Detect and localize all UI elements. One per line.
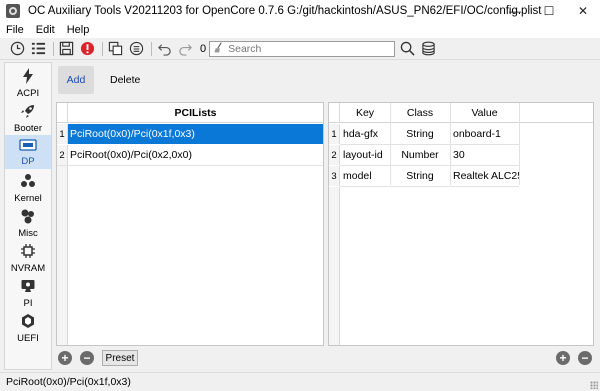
sidebar-item-kernel[interactable]: Kernel [5, 170, 51, 204]
corner-cell [329, 103, 340, 123]
row-number[interactable]: 1 [57, 124, 68, 144]
sidebar-item-label: DP [21, 156, 35, 167]
toolbar: 0 [0, 38, 600, 60]
alert-icon[interactable] [78, 40, 96, 58]
sidebar-item-dp[interactable]: DP [5, 135, 51, 169]
sidebar-item-pi[interactable]: PI [5, 275, 51, 309]
add-button[interactable]: Add [58, 66, 94, 94]
row-number[interactable]: 3 [329, 166, 340, 186]
sidebar-item-label: UEFI [17, 333, 39, 344]
menu-help[interactable]: Help [61, 24, 96, 36]
cell-key[interactable]: layout-id [343, 145, 389, 165]
remove-property-button[interactable]: − [578, 351, 592, 365]
grid-line [57, 165, 323, 166]
apple-icon [20, 278, 36, 297]
row-number[interactable]: 2 [329, 145, 340, 165]
sidebar-item-label: PI [23, 298, 33, 309]
window-controls: — ☐ ✕ [498, 0, 600, 22]
column-header-pcilists[interactable]: PCILists [68, 103, 323, 123]
resize-grip-icon[interactable] [590, 381, 598, 389]
corner-cell [57, 103, 68, 123]
sidebar-item-booter[interactable]: Booter [5, 100, 51, 134]
toolbar-separator [53, 41, 54, 56]
toolbar-separator [102, 41, 103, 56]
delete-button[interactable]: Delete [102, 66, 148, 94]
grid-line [519, 103, 520, 185]
toolbar-separator [151, 41, 152, 56]
clock-icon[interactable] [8, 40, 26, 58]
search-icon[interactable] [398, 40, 416, 58]
sidebar-item-acpi[interactable]: ACPI [5, 65, 51, 99]
row-header-empty [329, 187, 340, 345]
database-icon[interactable] [419, 40, 437, 58]
sidebar-item-label: ACPI [16, 88, 40, 99]
broom-icon[interactable] [213, 41, 224, 56]
cell-key[interactable]: model [343, 166, 389, 186]
grid-line [340, 186, 519, 187]
search-box[interactable] [209, 40, 396, 57]
menu-edit[interactable]: Edit [30, 24, 61, 36]
app-logo-icon [6, 4, 20, 18]
status-text: PciRoot(0x0)/Pci(0x1f,0x3) [6, 376, 131, 388]
row-header-empty [57, 166, 68, 345]
sidebar-item-label: Kernel [14, 193, 42, 204]
menu-bar: File Edit Help [0, 22, 600, 38]
add-property-button[interactable]: + [556, 351, 570, 365]
misc-icon [20, 208, 36, 227]
copy-icon[interactable] [106, 40, 124, 58]
cell-key[interactable]: hda-gfx [343, 124, 389, 144]
kernel-icon [20, 173, 36, 192]
row-number[interactable]: 1 [329, 124, 340, 144]
column-header-key[interactable]: Key [340, 103, 390, 123]
sidebar-item-label: Misc [18, 228, 38, 239]
maximize-button[interactable]: ☐ [532, 0, 566, 22]
sidebar-item-misc[interactable]: Misc [5, 205, 51, 239]
redo-icon[interactable] [176, 40, 194, 58]
minimize-button[interactable]: — [498, 0, 532, 22]
check-list-icon[interactable] [127, 40, 145, 58]
app-window: OC Auxiliary Tools V20211203 for OpenCor… [0, 0, 600, 391]
cell-value[interactable]: Realtek ALC255 [453, 166, 519, 186]
save-icon[interactable] [57, 40, 75, 58]
column-header-class[interactable]: Class [390, 103, 450, 123]
remove-list-button[interactable]: − [80, 351, 94, 365]
sidebar-item-uefi[interactable]: UEFI [5, 310, 51, 344]
add-list-button[interactable]: + [58, 351, 72, 365]
sidebar-item-label: NVRAM [10, 263, 46, 274]
cell-class[interactable]: String [390, 124, 450, 144]
sidebar-item-label: Booter [14, 123, 42, 134]
search-result-count: 0 [200, 42, 207, 55]
pci-list-table: PCILists 1 PciRoot(0x0)/Pci(0x1f,0x3) 2 … [56, 102, 324, 346]
rocket-icon [20, 103, 36, 122]
sidebar-item-nvram[interactable]: NVRAM [5, 240, 51, 274]
properties-table: Key Class Value 1 hda-gfx String onboard… [328, 102, 594, 346]
title-bar: OC Auxiliary Tools V20211203 for OpenCor… [0, 0, 600, 22]
menu-file[interactable]: File [0, 24, 30, 36]
status-bar: PciRoot(0x0)/Pci(0x1f,0x3) [0, 372, 600, 391]
row-number[interactable]: 2 [57, 145, 68, 165]
chip-icon [20, 243, 36, 262]
column-header-value[interactable]: Value [450, 103, 519, 123]
preset-button[interactable]: Preset [102, 350, 138, 366]
table-row[interactable]: PciRoot(0x0)/Pci(0x2,0x0) [68, 145, 323, 165]
undo-icon[interactable] [155, 40, 173, 58]
cell-value[interactable]: onboard-1 [453, 124, 519, 144]
action-bar: Add Delete [54, 60, 600, 100]
lightning-icon [21, 68, 35, 87]
table-row[interactable]: PciRoot(0x0)/Pci(0x1f,0x3) [68, 124, 323, 144]
cell-value[interactable]: 30 [453, 145, 519, 165]
window-title: OC Auxiliary Tools V20211203 for OpenCor… [28, 5, 542, 17]
list-icon[interactable] [29, 40, 47, 58]
sidebar: ACPI Booter DP Kernel Misc NVRAM PI UEFI [4, 62, 52, 370]
close-button[interactable]: ✕ [566, 0, 600, 22]
column-header-filler [519, 103, 593, 123]
uefi-icon [20, 313, 36, 332]
cell-class[interactable]: String [390, 166, 450, 186]
display-port-icon [19, 138, 37, 155]
cell-class[interactable]: Number [390, 145, 450, 165]
search-input[interactable] [228, 42, 389, 55]
